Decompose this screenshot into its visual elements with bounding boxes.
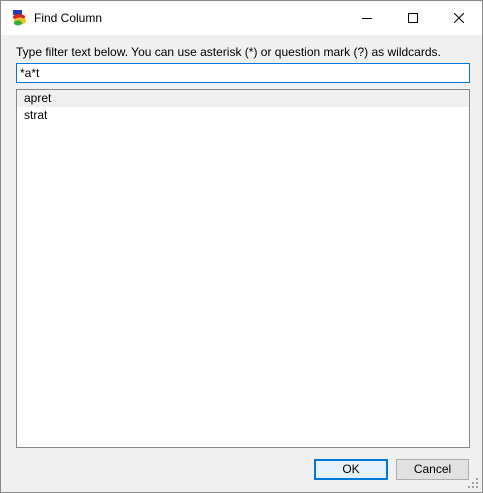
filter-input[interactable] (16, 63, 470, 83)
list-item[interactable]: strat (17, 107, 469, 124)
maximize-icon (408, 13, 418, 23)
minimize-icon (362, 13, 372, 23)
close-icon (454, 13, 464, 23)
minimize-button[interactable] (344, 1, 390, 35)
window-title: Find Column (34, 11, 103, 25)
cancel-button[interactable]: Cancel (396, 459, 469, 480)
colored-layers-icon (11, 9, 29, 27)
list-item[interactable]: apret (17, 90, 469, 107)
resize-grip-icon[interactable] (467, 477, 479, 489)
maximize-button[interactable] (390, 1, 436, 35)
close-button[interactable] (436, 1, 482, 35)
results-list[interactable]: apret strat (16, 89, 470, 448)
ok-button[interactable]: OK (314, 459, 388, 480)
title-bar[interactable]: Find Column (1, 1, 482, 35)
find-column-dialog: Find Column Type filter text below. You … (0, 0, 483, 493)
instructions-label: Type filter text below. You can use aste… (16, 45, 441, 59)
